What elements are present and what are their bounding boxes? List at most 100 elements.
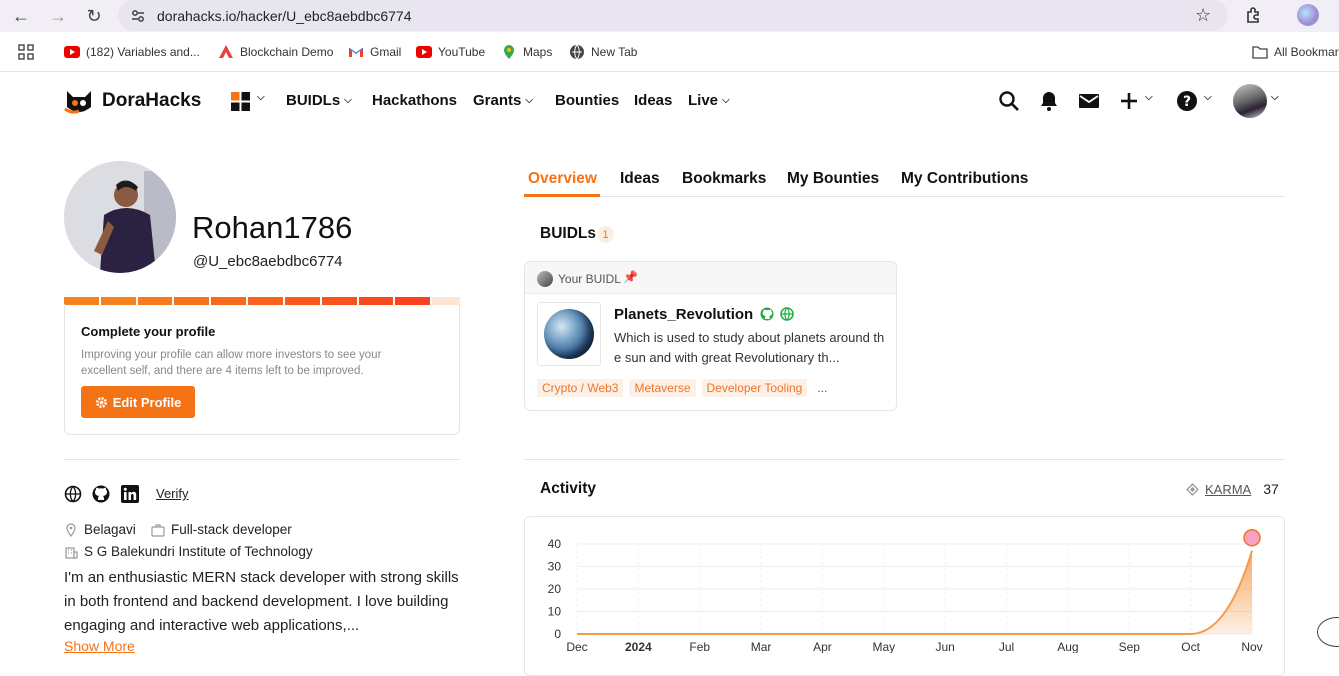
dorahacks-logo-icon — [64, 91, 91, 114]
all-bookmarks-label: All Bookmar — [1274, 45, 1339, 59]
all-bookmarks[interactable]: All Bookmar — [1252, 44, 1339, 60]
show-more-link[interactable]: Show More — [64, 638, 135, 654]
x-tick-label: Feb — [689, 640, 710, 653]
chevron-down-icon: ⌵ — [344, 95, 352, 106]
your-buidl-label: Your BUIDL — [558, 272, 621, 286]
data-point-emoji — [1243, 529, 1261, 547]
x-tick-label: Mar — [751, 640, 772, 653]
extensions-icon[interactable] — [1244, 5, 1264, 25]
bookmark-label: New Tab — [591, 45, 638, 59]
buidls-count-badge: 1 — [597, 226, 614, 243]
x-tick-label: 2024 — [625, 640, 652, 653]
tag[interactable]: Metaverse — [629, 379, 696, 397]
search-icon[interactable] — [998, 90, 1020, 112]
buidl-card-header: Your BUIDL 📌 — [525, 262, 896, 294]
x-tick-label: Aug — [1057, 640, 1078, 653]
edit-profile-button[interactable]: Edit Profile — [81, 386, 195, 418]
bookmark-item[interactable]: Gmail — [348, 44, 401, 60]
nav-label: Bounties — [555, 92, 620, 109]
folder-icon — [1252, 46, 1268, 59]
website-globe-icon[interactable] — [64, 485, 82, 503]
help-menu-chevron[interactable]: ⌵ — [1204, 92, 1212, 103]
tab-overview[interactable]: Overview — [528, 170, 597, 188]
bookmark-item[interactable]: Maps — [501, 44, 552, 60]
x-tick-label: Jun — [936, 640, 955, 653]
bookmark-item[interactable]: YouTube — [416, 44, 485, 60]
tab-ideas[interactable]: Ideas — [620, 170, 660, 188]
tab-my-bounties[interactable]: My Bounties — [787, 170, 879, 188]
tag[interactable]: Developer Tooling — [701, 379, 808, 397]
github-icon[interactable] — [760, 307, 774, 321]
create-menu-chevron[interactable]: ⌵ — [1145, 92, 1153, 103]
bookmark-label: (182) Variables and... — [86, 45, 200, 59]
nav-ideas[interactable]: Ideas — [634, 92, 672, 109]
floating-action-button[interactable] — [1317, 617, 1339, 647]
website-globe-icon[interactable] — [780, 307, 794, 321]
browser-profile-avatar[interactable] — [1297, 4, 1319, 26]
chevron-down-icon: ⌵ — [1145, 92, 1153, 103]
site-settings-icon[interactable] — [130, 8, 146, 24]
briefcase-icon — [151, 523, 165, 537]
apps-menu-icon[interactable] — [231, 92, 250, 111]
logo-text: DoraHacks — [102, 90, 202, 111]
site-header: DoraHacks ⌵ BUIDLs ⌵ Hackathons Grants ⌵ B… — [0, 73, 1339, 131]
karma-label[interactable]: KARMA — [1205, 482, 1251, 497]
profile-handle: @U_ebc8aebdbc6774 — [193, 253, 343, 270]
user-avatar[interactable] — [1233, 84, 1267, 118]
bookmark-star-icon[interactable]: ☆ — [1195, 5, 1211, 26]
linkedin-icon[interactable] — [121, 485, 139, 503]
buidl-thumbnail — [537, 302, 601, 366]
buidl-description: Which is used to study about planets aro… — [614, 330, 885, 365]
chevron-down-icon: ⌵ — [1204, 92, 1212, 103]
nav-label: Ideas — [634, 92, 673, 109]
url-text[interactable]: dorahacks.io/hacker/U_ebc8aebdbc6774 — [157, 8, 412, 24]
location-pin-icon — [66, 522, 76, 537]
bookmark-label: Blockchain Demo — [240, 45, 334, 59]
youtube-icon — [416, 46, 432, 58]
buidl-card[interactable]: Your BUIDL 📌 Planets_Revolution Which is… — [524, 261, 897, 411]
nav-grants[interactable]: Grants ⌵ — [473, 92, 533, 109]
x-tick-label: Nov — [1241, 640, 1262, 653]
browser-toolbar: ← → ↻ dorahacks.io/hacker/U_ebc8aebdbc67… — [0, 0, 1339, 32]
nav-live[interactable]: Live ⌵ — [688, 92, 730, 109]
mail-icon[interactable] — [1078, 90, 1100, 112]
youtube-icon — [64, 46, 80, 58]
user-menu-chevron[interactable]: ⌵ — [1271, 92, 1279, 103]
bell-icon[interactable] — [1038, 90, 1060, 112]
divider — [524, 459, 1285, 460]
x-tick-label: Oct — [1181, 640, 1200, 653]
tab-bookmarks[interactable]: Bookmarks — [682, 170, 766, 188]
bookmark-item[interactable]: New Tab — [569, 44, 637, 60]
back-arrow-icon[interactable]: ← — [10, 5, 32, 27]
y-tick-label: 20 — [548, 582, 562, 596]
complete-profile-title: Complete your profile — [81, 324, 216, 339]
reload-icon[interactable]: ↻ — [83, 5, 105, 27]
bookmark-item[interactable]: Blockchain Demo — [218, 44, 333, 60]
building-icon — [65, 546, 78, 559]
bookmark-label: Gmail — [370, 45, 402, 59]
nav-hackathons[interactable]: Hackathons — [372, 92, 457, 109]
x-tick-label: Sep — [1119, 640, 1141, 653]
x-tick-label: Apr — [813, 640, 832, 653]
apps-menu-chevron[interactable]: ⌵ — [257, 92, 265, 103]
apps-grid-icon[interactable] — [18, 44, 34, 60]
nav-bounties[interactable]: Bounties — [555, 92, 619, 109]
dorahacks-logo[interactable]: DoraHacks — [64, 87, 201, 115]
verify-link[interactable]: Verify — [156, 486, 189, 501]
profile-photo-image — [64, 161, 176, 273]
globe-icon — [570, 44, 584, 60]
tag[interactable]: Crypto / Web3 — [537, 379, 624, 397]
nav-buidls[interactable]: BUIDLs ⌵ — [286, 92, 352, 109]
buidl-name[interactable]: Planets_Revolution — [614, 306, 753, 323]
tab-my-contributions[interactable]: My Contributions — [901, 170, 1028, 188]
y-tick-label: 40 — [548, 537, 562, 551]
karma-diamond-icon — [1186, 482, 1199, 496]
bookmarks-bar: (182) Variables and... Blockchain Demo G… — [0, 32, 1339, 72]
forward-arrow-icon[interactable]: → — [47, 5, 69, 27]
plus-icon[interactable] — [1118, 90, 1140, 112]
github-icon[interactable] — [92, 485, 110, 503]
help-icon[interactable]: ? — [1176, 90, 1198, 112]
more-tags: ... — [817, 381, 828, 395]
chevron-down-icon: ⌵ — [722, 95, 730, 106]
bookmark-item[interactable]: (182) Variables and... — [64, 44, 200, 60]
